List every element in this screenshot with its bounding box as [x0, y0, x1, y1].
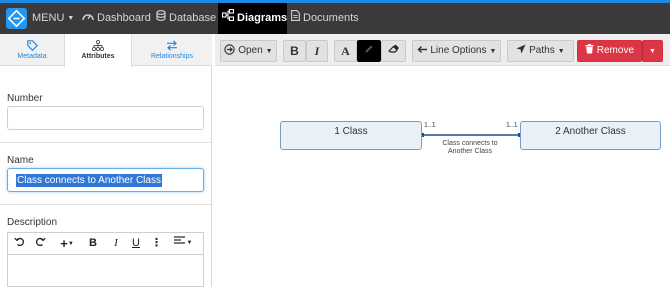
tab-relationships-label: Relationships: [150, 53, 194, 60]
remove-dropdown-button[interactable]: ▼: [642, 40, 663, 62]
nav-item-documents[interactable]: Documents: [291, 3, 359, 34]
description-label: Description: [7, 217, 58, 228]
multiplicity-left: 1..1: [424, 122, 436, 129]
location-arrow-icon: [516, 44, 529, 56]
open-button[interactable]: Open ▼: [220, 40, 277, 62]
insert-plus-icon[interactable]: +▼: [56, 236, 78, 251]
nav-item-diagrams[interactable]: Diagrams: [218, 3, 287, 34]
main-menu-button[interactable]: MENU ▼: [32, 3, 74, 34]
nav-documents-label: Documents: [303, 12, 359, 24]
multiplicity-right: 1..1: [506, 122, 518, 129]
bold-icon[interactable]: B: [86, 236, 100, 251]
bold-button[interactable]: B: [283, 40, 306, 62]
remove-button[interactable]: Remove: [577, 40, 642, 62]
diagram-toolbar: Open ▼ B I A Line Options ▼ Paths ▼ Remove …: [215, 34, 670, 66]
caret-down-icon: ▼: [489, 48, 497, 55]
divider: [0, 204, 211, 205]
paths-label: Paths: [529, 45, 555, 56]
pencil-icon: [364, 45, 374, 56]
line-options-label: Line Options: [430, 45, 487, 56]
diagram-icon: [221, 3, 235, 34]
nav-item-database[interactable]: Database: [156, 3, 216, 34]
nav-item-dashboard[interactable]: Dashboard: [82, 3, 151, 34]
tag-icon: [0, 40, 64, 52]
italic-icon[interactable]: I: [109, 236, 123, 251]
description-editor-toolbar: +▼ B I U ⋮ ▼: [7, 232, 204, 254]
database-icon: [156, 3, 166, 34]
eraser-icon: [387, 44, 400, 56]
name-input[interactable]: Class connects to Another Class: [7, 168, 204, 192]
association-line[interactable]: [218, 66, 670, 287]
number-input[interactable]: [7, 106, 204, 130]
nav-database-label: Database: [169, 12, 217, 24]
tab-attributes-label: Attributes: [81, 53, 115, 60]
top-navigation-bar: MENU ▼ Dashboard Database Diagrams Docum…: [0, 0, 670, 34]
arrow-left-icon: [417, 45, 431, 56]
tab-metadata[interactable]: Metadata: [0, 34, 64, 66]
menu-label: MENU: [32, 12, 65, 24]
sidebar-tabs: Metadata Attributes Relationships: [0, 34, 212, 67]
font-color-button[interactable]: A: [334, 40, 357, 62]
description-editor[interactable]: [7, 254, 204, 287]
nav-dashboard-label: Dashboard: [97, 12, 151, 24]
open-label: Open: [238, 45, 263, 56]
nav-diagrams-label: Diagrams: [237, 12, 288, 24]
swap-icon: [132, 40, 212, 51]
tab-relationships[interactable]: Relationships: [132, 34, 212, 66]
properties-sidebar: Metadata Attributes Relationships Number…: [0, 34, 212, 287]
eraser-button[interactable]: [381, 40, 406, 62]
underline-icon[interactable]: U: [129, 236, 143, 251]
line-options-button[interactable]: Line Options ▼: [412, 40, 501, 62]
class-box-2[interactable]: 2 Another Class: [520, 121, 661, 150]
more-options-icon[interactable]: ⋮: [151, 236, 162, 251]
class-box-1[interactable]: 1 Class: [280, 121, 422, 150]
caret-down-icon: ▼: [265, 48, 273, 55]
trash-icon: [585, 44, 597, 56]
redo-icon[interactable]: [33, 236, 47, 251]
italic-button[interactable]: I: [306, 40, 328, 62]
speedometer-icon: [82, 3, 94, 34]
number-label: Number: [7, 93, 43, 104]
sitemap-icon: [65, 39, 131, 52]
open-circle-icon: [224, 44, 238, 56]
align-icon[interactable]: ▼: [171, 236, 195, 251]
paths-button[interactable]: Paths ▼: [507, 40, 574, 62]
undo-icon[interactable]: [12, 236, 26, 251]
app-logo-icon[interactable]: [6, 8, 27, 29]
tab-attributes[interactable]: Attributes: [64, 34, 132, 67]
name-label: Name: [7, 155, 34, 166]
tab-metadata-label: Metadata: [17, 53, 47, 60]
name-input-value: Class connects to Another Class: [16, 174, 162, 187]
document-icon: [291, 3, 300, 34]
line-color-button[interactable]: [357, 40, 381, 62]
diagram-canvas[interactable]: 1 Class 2 Another Class 1..1 1..1 Class …: [218, 66, 670, 287]
remove-label: Remove: [596, 45, 635, 56]
association-label[interactable]: Class connects to Another Class: [440, 140, 500, 156]
divider: [0, 142, 211, 143]
caret-down-icon: ▼: [557, 48, 565, 55]
chevron-down-icon: ▼: [67, 15, 75, 22]
caret-down-icon: ▼: [649, 48, 656, 55]
